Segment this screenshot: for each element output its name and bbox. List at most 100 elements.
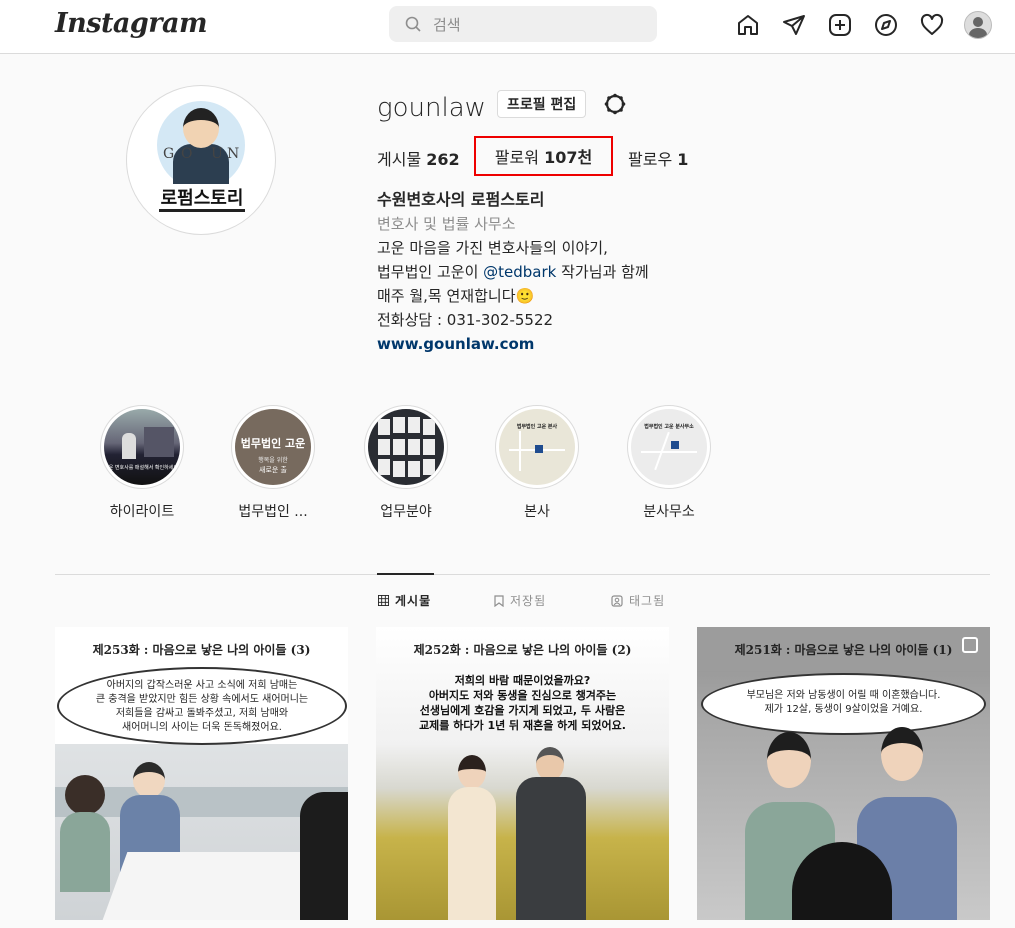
- tag-icon: [611, 594, 623, 607]
- profile-character-face: [183, 108, 219, 148]
- highlight-label: 분사무소: [643, 504, 695, 520]
- profile-picture[interactable]: G O U N 로펌스토리: [126, 85, 276, 235]
- grid-icon: [378, 595, 389, 606]
- edit-profile-button[interactable]: 프로필 편집: [497, 90, 587, 118]
- search-placeholder: 검색: [433, 15, 461, 34]
- profile-picture-title: 로펌스토리: [159, 184, 245, 212]
- posts-count: 게시물 262: [377, 146, 460, 170]
- tabs-divider: [55, 574, 990, 575]
- active-tab-indicator: [377, 573, 434, 575]
- highlight-image: 법무법인 고운 행복을 위한 새로운 출: [235, 409, 311, 485]
- highlight-item[interactable]: 업무분야: [361, 405, 451, 521]
- tab-tagged-label: 태그됨: [629, 594, 666, 608]
- highlight-label: 하이라이트: [109, 504, 175, 520]
- speech-bubble: 부모님은 저와 남동생이 어릴 때 이혼했습니다. 제가 12살, 동생이 9살…: [701, 673, 986, 735]
- bubble-line: 큰 충격을 받았지만 힘든 상황 속에서도 새어머니는: [95, 694, 309, 705]
- caption-line: 선생님에게 호감을 가지게 되었고, 두 사람은: [419, 704, 626, 717]
- followers-number: 107천: [544, 148, 593, 167]
- tab-posts[interactable]: 게시물: [378, 592, 431, 609]
- following-link[interactable]: 팔로우 1: [628, 146, 688, 170]
- bio-mention-link[interactable]: @tedbark: [483, 263, 556, 281]
- settings-gear-icon[interactable]: [603, 92, 627, 116]
- profile-letter-n: N: [227, 146, 243, 162]
- bubble-line: 새어머니의 사이는 더욱 돈독해졌어요.: [122, 722, 282, 733]
- speech-bubble: 아버지의 갑작스러운 사고 소식에 저희 남매는 큰 충격을 받았지만 힘든 상…: [57, 667, 347, 745]
- highlight-item[interactable]: 고운 변호사를 매설해서 확인하세요! 하이라이트: [97, 405, 187, 521]
- post-title: 제251화 : 마음으로 낳은 나의 아이들 (1): [734, 643, 953, 657]
- tab-saved[interactable]: 저장됨: [494, 592, 546, 609]
- bubble-line: 부모님은 저와 남동생이 어릴 때 이혼했습니다.: [746, 690, 941, 701]
- highlight-image: [368, 409, 444, 485]
- home-icon[interactable]: [734, 11, 762, 39]
- bio-line-2: 법무법인 고운이 @tedbark 작가님과 함께: [377, 260, 649, 284]
- highlight-cover: 법무법인 고운 본사: [495, 405, 579, 489]
- caption-line: 저희의 바람 때문이었을까요?: [454, 674, 591, 687]
- post-thumbnail[interactable]: 제253화 : 마음으로 낳은 나의 아이들 (3) 아버지의 갑작스러운 사고…: [55, 627, 348, 920]
- explore-icon[interactable]: [872, 11, 900, 39]
- followers-label: 팔로워: [494, 148, 539, 167]
- caption-line: 아버지도 저와 동생을 진심으로 챙겨주는: [428, 689, 617, 702]
- profile-category: 변호사 및 법률 사무소: [377, 215, 516, 233]
- tab-tagged[interactable]: 태그됨: [611, 592, 665, 609]
- highlight-cover: 법무법인 고운 분사무소: [627, 405, 711, 489]
- highlight-caption-top: 법무법인 고운: [240, 437, 306, 450]
- profile-letter-u: U: [211, 146, 226, 162]
- multi-image-icon: [962, 637, 978, 653]
- post-title: 제252화 : 마음으로 낳은 나의 아이들 (2): [413, 643, 632, 657]
- bubble-line: 제가 12살, 동생이 9살이었을 거예요.: [764, 704, 923, 715]
- multi-image-icon: [320, 637, 336, 653]
- highlight-item[interactable]: 법무법인 고운 행복을 위한 새로운 출 법무법인 ...: [228, 405, 318, 521]
- highlight-cover: 법무법인 고운 행복을 위한 새로운 출: [231, 405, 315, 489]
- profile-display-name: 수원변호사의 로펌스토리: [377, 190, 545, 209]
- bubble-line: 아버지의 갑작스러운 사고 소식에 저희 남매는: [106, 680, 298, 691]
- bubble-line: 저희들을 감싸고 돌봐주셨고, 저희 남매와: [115, 708, 289, 719]
- highlight-image: 고운 변호사를 매설해서 확인하세요!: [104, 409, 180, 485]
- post-thumbnail[interactable]: 제252화 : 마음으로 낳은 나의 아이들 (2) 저희의 바람 때문이었을까…: [376, 627, 669, 920]
- post-title: 제253화 : 마음으로 낳은 나의 아이들 (3): [92, 643, 311, 657]
- highlight-image: 법무법인 고운 분사무소: [631, 409, 707, 485]
- profile-username: gounlaw: [377, 93, 486, 123]
- highlight-item[interactable]: 법무법인 고운 분사무소 분사무소: [624, 405, 714, 521]
- bio-line-2-suffix: 작가님과 함께: [556, 263, 649, 281]
- bio-line-1: 고운 마음을 가진 변호사들의 이야기,: [377, 239, 608, 257]
- activity-heart-icon[interactable]: [918, 11, 946, 39]
- bio-line-3: 매주 월,목 연재합니다🙂: [377, 287, 535, 305]
- avatar: [964, 11, 992, 39]
- instagram-logo[interactable]: Instagram: [55, 8, 208, 39]
- new-post-icon[interactable]: [826, 11, 854, 39]
- following-label: 팔로우: [628, 150, 673, 169]
- bookmark-icon: [494, 594, 504, 607]
- highlight-item[interactable]: 법무법인 고운 본사 본사: [492, 405, 582, 521]
- tab-posts-label: 게시물: [395, 594, 432, 608]
- bio-line-4: 전화상담 : 031-302-5522: [377, 311, 554, 329]
- tab-saved-label: 저장됨: [510, 594, 547, 608]
- search-bar[interactable]: 검색: [389, 6, 657, 42]
- profile-avatar[interactable]: [964, 11, 992, 39]
- bio-line-2-prefix: 법무법인 고운이: [377, 263, 484, 281]
- highlight-caption: 고운 변호사를 매설해서 확인하세요!: [104, 465, 180, 471]
- highlight-caption-bot: 새로운 출: [259, 466, 287, 474]
- post-caption: 저희의 바람 때문이었을까요? 아버지도 저와 동생을 진심으로 챙겨주는 선생…: [376, 673, 669, 733]
- top-navigation: Instagram 검색: [0, 0, 1015, 54]
- highlight-caption: 법무법인 고운 본사: [516, 424, 558, 430]
- highlight-label: 본사: [524, 504, 550, 520]
- following-number: 1: [677, 150, 689, 169]
- profile-letter-g: G: [163, 146, 178, 162]
- caption-line: 교제를 하다가 1년 뒤 재혼을 하게 되었어요.: [419, 719, 626, 732]
- profile-letter-o: O: [181, 146, 196, 162]
- posts-label: 게시물: [377, 150, 422, 169]
- highlight-cover: [364, 405, 448, 489]
- bio-website-link[interactable]: www.gounlaw.com: [377, 332, 649, 356]
- profile-bio: 수원변호사의 로펌스토리 변호사 및 법률 사무소 고운 마음을 가진 변호사들…: [377, 188, 649, 356]
- highlight-caption-mid: 행복을 위한: [258, 457, 288, 464]
- posts-number: 262: [426, 150, 460, 169]
- highlight-caption: 법무법인 고운 분사무소: [644, 424, 694, 430]
- highlight-cover: 고운 변호사를 매설해서 확인하세요!: [100, 405, 184, 489]
- highlight-image: 법무법인 고운 본사: [499, 409, 575, 485]
- search-icon: [405, 16, 421, 32]
- post-thumbnail[interactable]: 제251화 : 마음으로 낳은 나의 아이들 (1) 부모님은 저와 남동생이 …: [697, 627, 990, 920]
- followers-link[interactable]: 팔로워 107천: [474, 136, 613, 176]
- highlight-label: 법무법인 ...: [238, 504, 308, 520]
- direct-message-icon[interactable]: [780, 11, 808, 39]
- highlight-label: 업무분야: [380, 504, 432, 520]
